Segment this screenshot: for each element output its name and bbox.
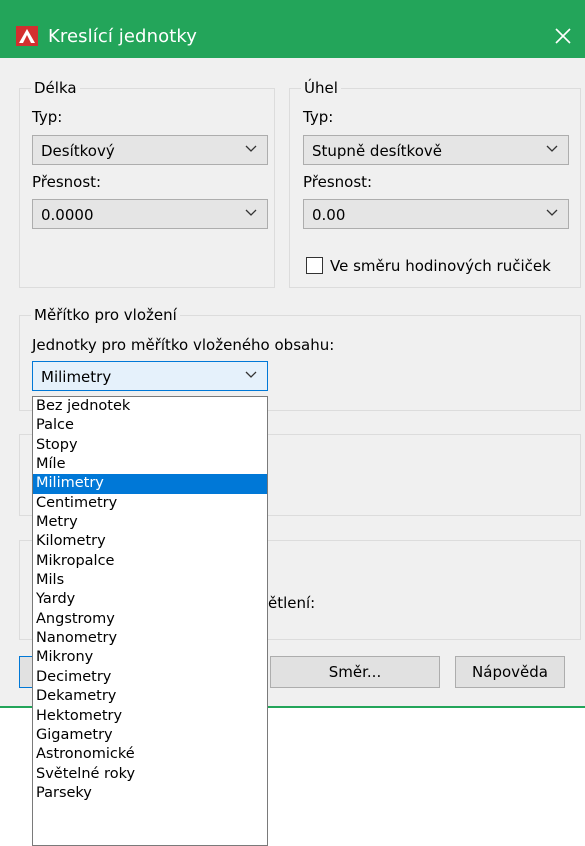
dropdown-option[interactable]: Yardy bbox=[33, 590, 267, 609]
help-button[interactable]: Nápověda bbox=[455, 656, 565, 688]
length-group-label: Délka bbox=[31, 80, 80, 97]
close-icon bbox=[555, 28, 571, 44]
length-type-value: Desítkový bbox=[41, 142, 115, 160]
chevron-down-icon bbox=[245, 371, 257, 378]
dropdown-option[interactable]: Mils bbox=[33, 571, 267, 590]
insert-units-select[interactable]: Milimetry bbox=[32, 361, 268, 391]
dropdown-option[interactable]: Stopy bbox=[33, 436, 267, 455]
chevron-down-icon bbox=[245, 145, 257, 152]
dropdown-option[interactable]: Dekametry bbox=[33, 687, 267, 706]
dropdown-option[interactable]: Mikropalce bbox=[33, 552, 267, 571]
angle-group-label: Úhel bbox=[301, 80, 341, 97]
dropdown-option[interactable]: Míle bbox=[33, 455, 267, 474]
dropdown-option[interactable]: Kilometry bbox=[33, 532, 267, 551]
insert-scale-group-label: Měřítko pro vložení bbox=[31, 307, 180, 324]
angle-type-select[interactable]: Stupně desítkově bbox=[303, 135, 569, 165]
angle-precision-value: 0.00 bbox=[312, 206, 346, 224]
insert-units-value: Milimetry bbox=[41, 368, 112, 386]
length-precision-select[interactable]: 0.0000 bbox=[32, 199, 268, 229]
dropdown-option[interactable]: Světelné roky bbox=[33, 765, 267, 784]
chevron-down-icon bbox=[546, 145, 558, 152]
clockwise-checkbox[interactable] bbox=[306, 257, 323, 274]
length-type-select[interactable]: Desítkový bbox=[32, 135, 268, 165]
angle-type-label: Typ: bbox=[303, 108, 334, 126]
length-precision-value: 0.0000 bbox=[41, 206, 94, 224]
window-title: Kreslící jednotky bbox=[48, 26, 197, 47]
chevron-down-icon bbox=[546, 209, 558, 216]
angle-type-value: Stupně desítkově bbox=[312, 142, 442, 160]
chevron-down-icon bbox=[245, 209, 257, 216]
dropdown-option[interactable]: Decimetry bbox=[33, 668, 267, 687]
dropdown-option[interactable]: Centimetry bbox=[33, 494, 267, 513]
dropdown-option[interactable]: Hektometry bbox=[33, 707, 267, 726]
angle-precision-select[interactable]: 0.00 bbox=[303, 199, 569, 229]
insert-units-dropdown-list[interactable]: Bez jednotek Palce Stopy Míle Milimetry Centi… bbox=[32, 396, 268, 846]
dropdown-option[interactable]: Nanometry bbox=[33, 629, 267, 648]
close-button[interactable] bbox=[541, 18, 585, 54]
length-precision-label: Přesnost: bbox=[32, 173, 102, 191]
title-bar: Kreslící jednotky bbox=[0, 0, 585, 58]
direction-button[interactable]: Směr... bbox=[270, 656, 440, 688]
dropdown-option[interactable]: Angstromy bbox=[33, 610, 267, 629]
length-type-label: Typ: bbox=[32, 108, 63, 126]
insert-units-label: Jednotky pro měřítko vloženého obsahu: bbox=[32, 336, 335, 354]
angle-precision-label: Přesnost: bbox=[303, 173, 373, 191]
dropdown-option[interactable]: Parseky bbox=[33, 784, 267, 803]
dropdown-option[interactable]: Palce bbox=[33, 416, 267, 435]
dropdown-option[interactable]: Mikrony bbox=[33, 648, 267, 667]
clockwise-label: Ve směru hodinových ručiček bbox=[330, 257, 551, 275]
dropdown-option[interactable]: Metry bbox=[33, 513, 267, 532]
dropdown-option[interactable]: Gigametry bbox=[33, 726, 267, 745]
dropdown-option[interactable]: Bez jednotek bbox=[33, 397, 267, 416]
lighting-label: ětlení: bbox=[268, 594, 316, 612]
dropdown-option[interactable]: Astronomické bbox=[33, 745, 267, 764]
dropdown-option[interactable]: Milimetry bbox=[33, 474, 267, 494]
autocad-logo-icon bbox=[16, 26, 38, 46]
